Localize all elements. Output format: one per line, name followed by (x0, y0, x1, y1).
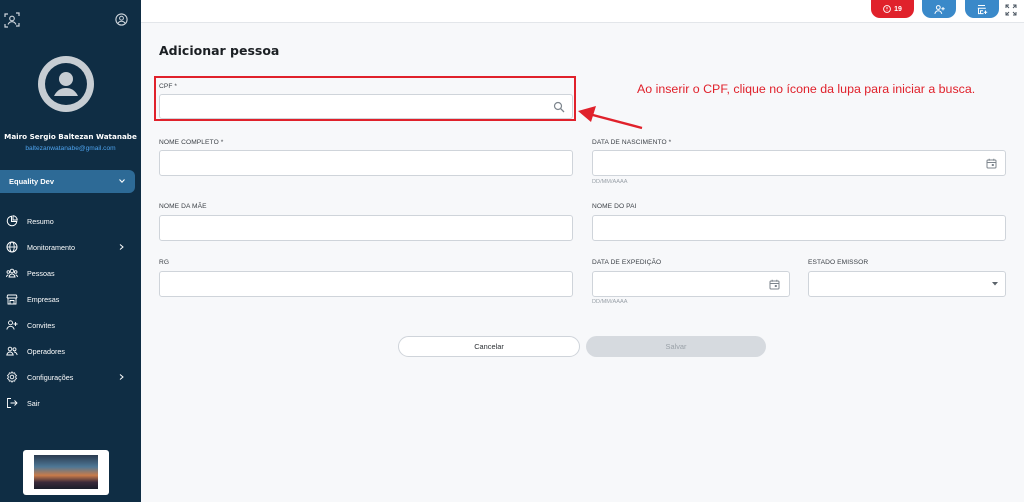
sidebar-item-label: Configurações (27, 372, 74, 382)
store-add-icon (977, 4, 987, 14)
annotation-arrow-icon (578, 106, 643, 130)
alert-count: 19 (894, 5, 902, 13)
sidebar-item-label: Operadores (27, 346, 65, 356)
chevron-down-icon (119, 179, 125, 184)
nome-pai-label: NOME DO PAI (592, 203, 637, 210)
sidebar-nav: Resumo Monitoramento Pessoas Empresas Co… (0, 208, 141, 416)
sidebar-item-label: Monitoramento (27, 242, 75, 252)
add-company-button[interactable] (965, 0, 999, 18)
cpf-highlight-box (154, 76, 576, 121)
alert-circle-icon (883, 5, 891, 13)
sidebar-item-configuracoes[interactable]: Configurações (0, 364, 141, 390)
user-name: Mairo Sergio Baltezan Watanabe (4, 132, 137, 141)
calendar-icon[interactable] (986, 158, 997, 169)
sidebar-item-resumo[interactable]: Resumo (0, 208, 141, 234)
face-scan-icon[interactable] (4, 12, 20, 28)
nome-pai-input[interactable] (592, 215, 1006, 241)
sidebar-item-label: Convites (27, 320, 55, 330)
account-circle-icon[interactable] (115, 13, 128, 26)
page-title: Adicionar pessoa (159, 43, 280, 58)
fullscreen-icon[interactable] (1005, 4, 1017, 16)
rg-input[interactable] (159, 271, 573, 297)
gear-icon (6, 371, 18, 383)
sidebar-item-monitoramento[interactable]: Monitoramento (0, 234, 141, 260)
globe-icon (6, 241, 18, 253)
sidebar-item-empresas[interactable]: Empresas (0, 286, 141, 312)
data-expedicao-input[interactable] (592, 271, 790, 297)
chart-pie-icon (6, 215, 18, 227)
date-format-hint: DD/MM/AAAA (592, 299, 628, 305)
store-icon (6, 294, 18, 305)
nome-mae-input[interactable] (159, 215, 573, 241)
org-name: Equality Dev (9, 177, 55, 186)
person-add-icon (933, 4, 945, 14)
avatar (38, 56, 94, 112)
brand-thumbnail (23, 450, 109, 495)
caret-down-icon (992, 282, 998, 286)
sidebar-item-sair[interactable]: Sair (0, 390, 141, 416)
group-icon (6, 346, 18, 356)
person-add-icon (6, 320, 18, 330)
nome-mae-label: NOME DA MÃE (159, 203, 207, 210)
save-button[interactable]: Salvar (586, 336, 766, 357)
rg-label: RG (159, 259, 170, 266)
cancel-button[interactable]: Cancelar (398, 336, 580, 357)
sidebar-item-label: Resumo (27, 216, 54, 226)
sunset-image (34, 455, 98, 489)
data-nascimento-label: DATA DE NASCIMENTO * (592, 139, 672, 146)
chevron-right-icon (119, 374, 124, 380)
sidebar: Mairo Sergio Baltezan Watanabe baltezanw… (0, 0, 141, 502)
date-format-hint: DD/MM/AAAA (592, 179, 628, 185)
sidebar-item-label: Empresas (27, 294, 60, 304)
sidebar-item-label: Sair (27, 398, 40, 408)
sidebar-item-label: Pessoas (27, 268, 55, 278)
estado-emissor-label: ESTADO EMISSOR (808, 259, 869, 266)
user-email: baltezanwatanabe@gmail.com (25, 145, 116, 152)
chevron-right-icon (119, 244, 124, 250)
data-nascimento-input[interactable] (592, 150, 1006, 176)
add-person-button[interactable] (922, 0, 956, 18)
people-icon (6, 268, 18, 278)
sidebar-item-operadores[interactable]: Operadores (0, 338, 141, 364)
data-expedicao-label: DATA DE EXPEDIÇÃO (592, 259, 662, 266)
calendar-icon[interactable] (769, 279, 780, 290)
estado-emissor-select[interactable] (808, 271, 1006, 297)
person-icon (45, 63, 87, 105)
annotation-text: Ao inserir o CPF, clique no ícone da lup… (637, 82, 976, 96)
nome-completo-label: NOME COMPLETO * (159, 139, 224, 146)
sidebar-item-pessoas[interactable]: Pessoas (0, 260, 141, 286)
sidebar-item-convites[interactable]: Convites (0, 312, 141, 338)
logout-icon (7, 398, 18, 408)
alerts-button[interactable]: 19 (871, 0, 914, 18)
nome-completo-input[interactable] (159, 150, 573, 176)
org-selector[interactable]: Equality Dev (0, 170, 135, 193)
